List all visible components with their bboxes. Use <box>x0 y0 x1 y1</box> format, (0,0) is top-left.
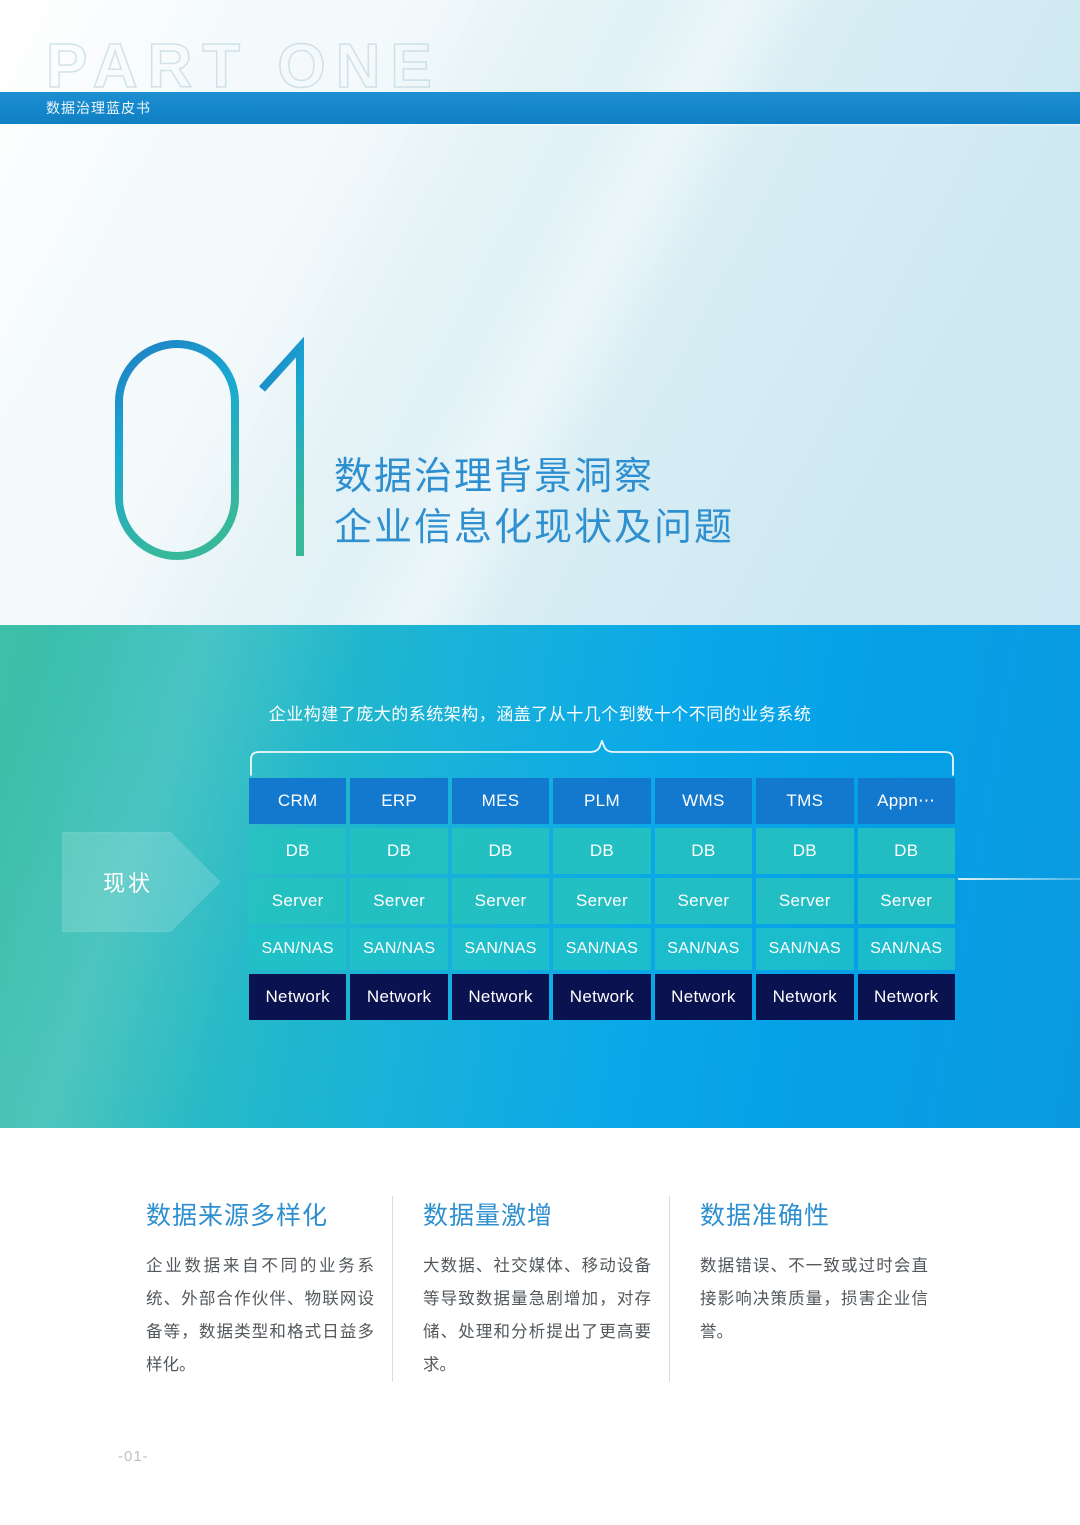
grid-cell[interactable]: Network <box>249 974 347 1020</box>
grid-cell[interactable]: DB <box>350 828 448 874</box>
slide-page: PART ONE 数据治理蓝皮书 数据治理背景洞察 企业信息化现状及问题 企业构… <box>0 0 1080 1525</box>
key-point-title: 数据准确性 <box>700 1202 831 1230</box>
key-points-section: 数据来源多样化 企业数据来自不同的业务系统、外部合作伙伴、物联网设备等，数据类型… <box>0 1128 1080 1525</box>
grid-cell[interactable]: DB <box>249 828 347 874</box>
section-numeral-01 <box>110 335 330 565</box>
diagram-tail-line <box>958 878 1080 880</box>
key-point-title: 数据量激增 <box>423 1202 554 1230</box>
status-arrow-label: 现状 <box>102 871 153 896</box>
grid-cell[interactable]: Network <box>857 974 955 1020</box>
grid-cell[interactable]: SAN/NAS <box>451 928 550 970</box>
page-title: 数据治理背景洞察 企业信息化现状及问题 <box>334 452 734 554</box>
grid-row-server: Server Server Server Server Server Serve… <box>249 878 955 924</box>
book-title-label: 数据治理蓝皮书 <box>46 100 151 116</box>
page-number: -01- <box>118 1448 149 1465</box>
key-point-card-3: 数据准确性 数据错误、不一致或过时会直接影响决策质量，损害企业信誉。 <box>669 1196 946 1382</box>
grid-row-storage: SAN/NAS SAN/NAS SAN/NAS SAN/NAS SAN/NAS … <box>249 928 955 970</box>
grid-cell[interactable]: Server <box>756 878 854 924</box>
key-point-body: 大数据、社交媒体、移动设备等导致数据量急剧增加，对存储、处理和分析提出了更高要求… <box>423 1257 651 1374</box>
system-stack-grid: CRM ERP MES PLM WMS TMS Appn⋯ DB DB DB D… <box>249 778 955 1020</box>
grid-cell[interactable]: Appn⋯ <box>857 778 955 824</box>
key-points-row: 数据来源多样化 企业数据来自不同的业务系统、外部合作伙伴、物联网设备等，数据类型… <box>146 1196 946 1382</box>
diagram-caption: 企业构建了庞大的系统架构，涵盖了从十几个到数十个不同的业务系统 <box>268 705 812 724</box>
grid-cell[interactable]: SAN/NAS <box>249 928 347 970</box>
grid-cell[interactable]: DB <box>654 828 753 874</box>
grid-cell[interactable]: Network <box>654 974 753 1020</box>
grid-cell[interactable]: Server <box>350 878 448 924</box>
grid-cell[interactable]: TMS <box>756 778 854 824</box>
page-title-line-1: 数据治理背景洞察 <box>334 456 655 498</box>
grid-cell[interactable]: SAN/NAS <box>654 928 753 970</box>
grid-cell[interactable]: DB <box>756 828 854 874</box>
grid-cell[interactable]: Server <box>553 878 651 924</box>
grid-cell[interactable]: SAN/NAS <box>350 928 448 970</box>
grid-cell[interactable]: Network <box>553 974 651 1020</box>
grid-cell[interactable]: DB <box>451 828 550 874</box>
brace-bracket <box>250 740 954 776</box>
grid-cell[interactable]: Server <box>654 878 753 924</box>
grid-cell[interactable]: MES <box>451 778 550 824</box>
key-point-body: 企业数据来自不同的业务系统、外部合作伙伴、物联网设备等，数据类型和格式日益多样化… <box>146 1257 374 1374</box>
key-point-title: 数据来源多样化 <box>146 1202 329 1230</box>
grid-cell[interactable]: Server <box>857 878 955 924</box>
grid-cell[interactable]: Network <box>756 974 854 1020</box>
grid-cell[interactable]: ERP <box>350 778 448 824</box>
grid-cell[interactable]: SAN/NAS <box>553 928 651 970</box>
book-title-bar: 数据治理蓝皮书 <box>0 92 1080 124</box>
key-point-card-2: 数据量激增 大数据、社交媒体、移动设备等导致数据量急剧增加，对存储、处理和分析提… <box>392 1196 669 1382</box>
grid-row-database: DB DB DB DB DB DB DB <box>249 828 955 874</box>
grid-cell[interactable]: Network <box>350 974 448 1020</box>
grid-cell[interactable]: WMS <box>654 778 753 824</box>
grid-cell[interactable]: SAN/NAS <box>857 928 955 970</box>
grid-row-network: Network Network Network Network Network … <box>249 974 955 1020</box>
grid-cell[interactable]: SAN/NAS <box>756 928 854 970</box>
grid-cell[interactable]: Server <box>451 878 550 924</box>
grid-cell[interactable]: PLM <box>553 778 651 824</box>
page-title-line-2: 企业信息化现状及问题 <box>334 506 735 549</box>
part-watermark-text: PART ONE <box>45 32 442 101</box>
grid-row-application: CRM ERP MES PLM WMS TMS Appn⋯ <box>249 778 955 824</box>
key-point-card-1: 数据来源多样化 企业数据来自不同的业务系统、外部合作伙伴、物联网设备等，数据类型… <box>146 1196 392 1382</box>
grid-cell[interactable]: Server <box>249 878 347 924</box>
grid-cell[interactable]: DB <box>553 828 651 874</box>
grid-cell[interactable]: CRM <box>249 778 347 824</box>
grid-cell[interactable]: Network <box>451 974 550 1020</box>
key-point-body: 数据错误、不一致或过时会直接影响决策质量，损害企业信誉。 <box>700 1257 928 1341</box>
grid-cell[interactable]: DB <box>857 828 955 874</box>
